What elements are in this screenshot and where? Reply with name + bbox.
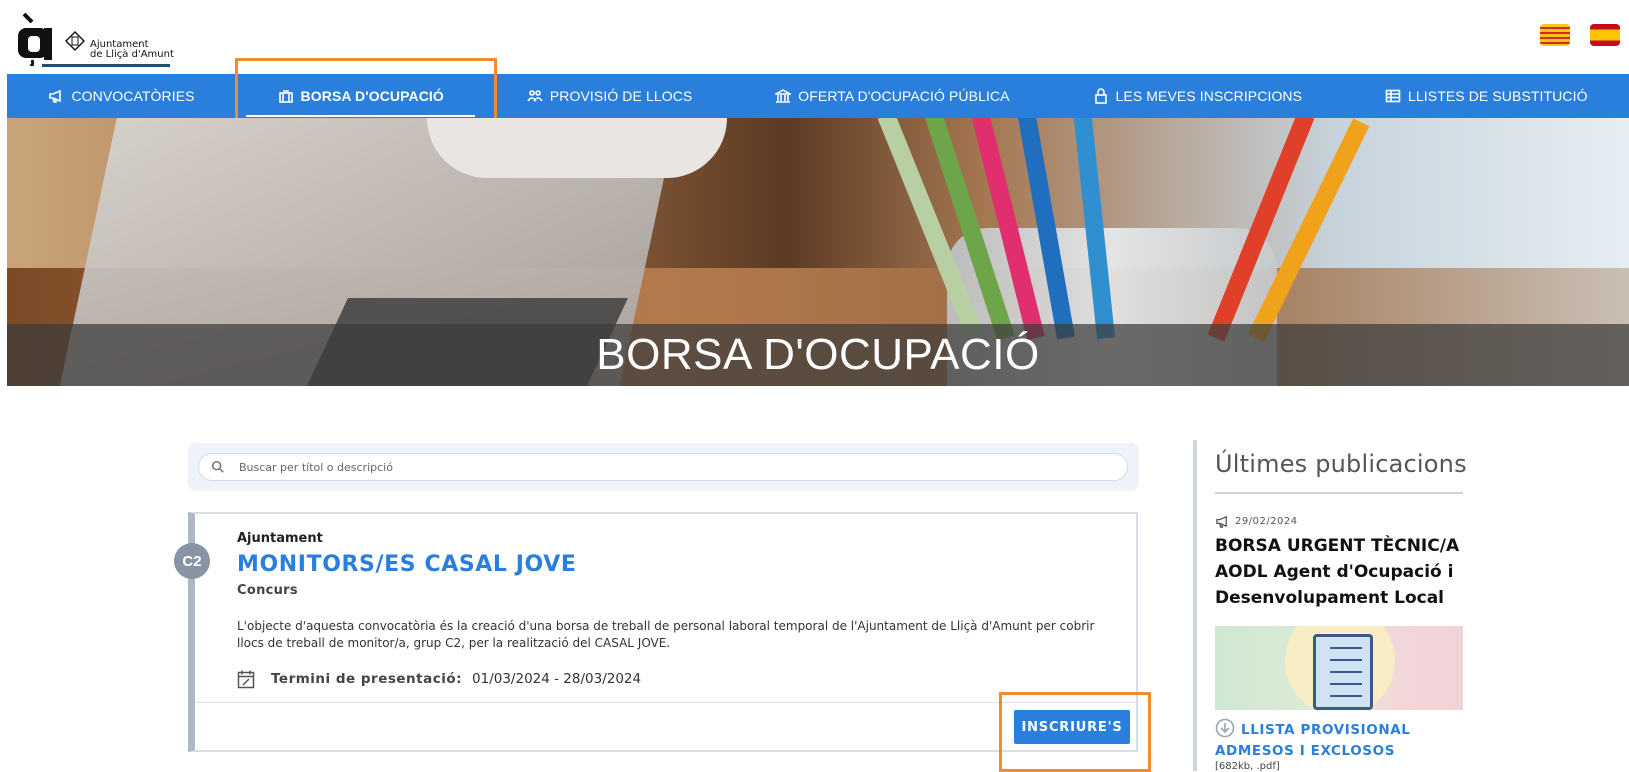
latest-publications-sidebar: Últimes publicacions 29/02/2024 BORSA UR…: [1193, 440, 1477, 772]
institution-icon: [775, 89, 792, 103]
offer-title-link[interactable]: MONITORS/ES CASAL JOVE: [237, 552, 577, 577]
offer-term-label: Termini de presentació:: [271, 671, 463, 687]
language-catalan-flag[interactable]: [1540, 24, 1570, 46]
language-spanish-flag[interactable]: [1590, 24, 1620, 46]
hero-shirt: [427, 118, 727, 178]
publication-date: 29/02/2024: [1235, 516, 1298, 527]
sidebar-heading: Últimes publicacions: [1215, 450, 1467, 478]
logo-underline: [42, 64, 170, 67]
clipboard-icon: [1313, 634, 1373, 710]
nav-item-label: OFERTA D'OCUPACIÓ PÚBLICA: [798, 88, 1010, 104]
nav-item-convocatories[interactable]: CONVOCATÒRIES: [7, 74, 236, 118]
briefcase-icon: [278, 90, 293, 103]
download-icon: [1215, 718, 1235, 738]
offer-type: Concurs: [237, 583, 298, 598]
table-icon: [1385, 89, 1401, 103]
nav-item-borsa-ocupacio[interactable]: BORSA D'OCUPACIÓ: [236, 74, 485, 118]
search-icon: [211, 460, 224, 473]
nav-item-label: BORSA D'OCUPACIÓ: [300, 88, 444, 104]
search-box[interactable]: [198, 453, 1128, 481]
logo-a-mark-icon: [18, 12, 52, 66]
search-input[interactable]: [237, 459, 1121, 475]
nav-item-oferta-ocupacio-publica[interactable]: OFERTA D'OCUPACIÓ PÚBLICA: [734, 74, 1051, 118]
download-label: LLISTA PROVISIONAL ADMESOS I EXCLOSOS: [1215, 722, 1411, 759]
offer-card: Ajuntament MONITORS/ES CASAL JOVE Concur…: [188, 512, 1138, 752]
search-container: [188, 443, 1139, 491]
logo-text: Ajuntament de Lliçà d'Amunt: [90, 40, 174, 60]
publication-thumbnail: [1215, 626, 1463, 710]
hero-title-overlay: BORSA D'OCUPACIÓ: [7, 324, 1629, 386]
publication-title-link[interactable]: BORSA URGENT TÈCNIC/A AODL Agent d'Ocupa…: [1215, 533, 1475, 611]
lock-icon: [1094, 88, 1107, 104]
site-logo[interactable]: Ajuntament de Lliçà d'Amunt: [14, 8, 174, 68]
people-icon: [527, 90, 543, 102]
hero-banner: BORSA D'OCUPACIÓ: [7, 118, 1629, 386]
sidebar-heading-rule: [1215, 492, 1463, 494]
nav-item-meves-inscripcions[interactable]: LES MEVES INSCRIPCIONS: [1051, 74, 1344, 118]
inscriure-button[interactable]: INSCRIURE'S: [1014, 710, 1130, 744]
offer-term-value: 01/03/2024 - 28/03/2024: [472, 671, 642, 687]
download-link[interactable]: LLISTA PROVISIONAL ADMESOS I EXCLOSOS: [1215, 718, 1475, 762]
megaphone-icon: [49, 89, 62, 103]
nav-item-label: LLISTES DE SUBSTITUCIÓ: [1408, 88, 1588, 104]
nav-item-label: PROVISIÓ DE LLOCS: [549, 88, 693, 104]
calendar-edit-icon: [237, 670, 255, 689]
main-navigation: CONVOCATÒRIES BORSA D'OCUPACIÓ PROVISIÓ …: [7, 74, 1629, 118]
offer-organization: Ajuntament: [237, 531, 323, 546]
card-divider: [195, 702, 1136, 703]
municipal-crest-icon: [65, 31, 85, 51]
nav-item-label: LES MEVES INSCRIPCIONS: [1115, 88, 1303, 104]
group-badge: C2: [174, 543, 210, 579]
nav-item-provisio-llocs[interactable]: PROVISIÓ DE LLOCS: [485, 74, 733, 118]
publication-meta: 29/02/2024: [1215, 515, 1298, 528]
nav-item-label: CONVOCATÒRIES: [71, 88, 195, 104]
nav-item-llistes-substitucio[interactable]: LLISTES DE SUBSTITUCIÓ: [1344, 74, 1629, 118]
offer-term: Termini de presentació: 01/03/2024 - 28/…: [237, 669, 641, 689]
offer-description: L'objecte d'aquesta convocatòria és la c…: [237, 619, 1095, 650]
logo-text-line2: de Lliçà d'Amunt: [90, 49, 174, 60]
download-file-info: [682kb, .pdf]: [1215, 761, 1280, 772]
page-title: BORSA D'OCUPACIÓ: [596, 330, 1040, 379]
megaphone-icon: [1216, 515, 1227, 528]
